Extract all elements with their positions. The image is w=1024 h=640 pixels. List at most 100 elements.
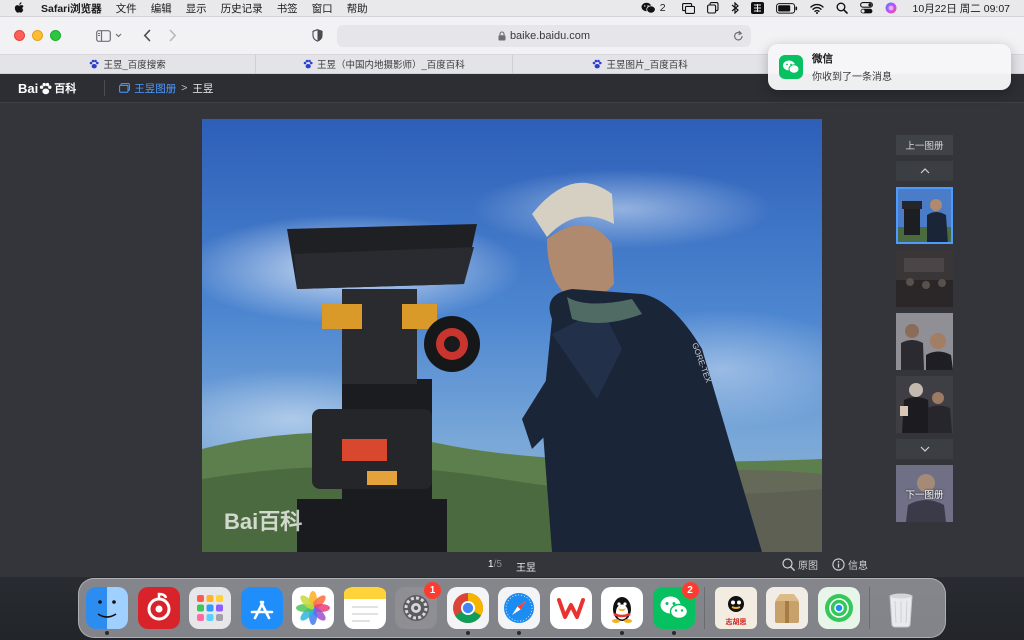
forward-button[interactable] <box>161 25 185 47</box>
minimize-window-button[interactable] <box>32 30 43 41</box>
dock-separator <box>869 587 870 629</box>
qq-penguin-icon <box>601 587 643 629</box>
menu-bookmarks[interactable]: 书签 <box>270 1 305 16</box>
apple-menu-icon[interactable] <box>12 2 26 14</box>
dock-launchpad[interactable] <box>189 587 231 629</box>
dock-system-settings[interactable]: 1 <box>395 582 441 629</box>
photo-info-label: 信息 <box>848 561 868 572</box>
dock-wps[interactable] <box>549 587 592 629</box>
tab-baike-profile[interactable]: 王昱（中国内地摄影师）_百度百科 <box>256 55 513 73</box>
close-window-button[interactable] <box>14 30 25 41</box>
find-my-icon <box>817 587 860 629</box>
wechat-menubar-icon <box>641 2 656 14</box>
tab-title: 王昱（中国内地摄影师）_百度百科 <box>316 60 465 71</box>
address-bar[interactable]: baike.baidu.com <box>337 24 751 47</box>
safari-compass-icon <box>498 587 540 629</box>
chevron-right-icon <box>169 29 177 42</box>
shield-icon <box>311 29 323 42</box>
header-divider <box>104 80 106 96</box>
netease-music-icon <box>137 587 180 629</box>
next-album-button[interactable]: 下一图册 <box>896 465 953 522</box>
input-method-icon[interactable] <box>745 0 770 17</box>
window-controls <box>14 30 61 41</box>
magnifier-icon <box>782 558 795 571</box>
chrome-icon <box>446 587 489 629</box>
dock-photos[interactable] <box>292 587 334 629</box>
tab-baike-images[interactable]: 王昱图片_百度百科 <box>513 55 769 73</box>
chevron-left-icon <box>143 29 151 42</box>
wps-icon <box>549 587 592 629</box>
finder-icon <box>86 587 128 629</box>
wechat-notification[interactable]: 微信 你收到了一条消息 <box>768 44 1011 90</box>
running-indicator <box>517 631 521 635</box>
menu-file[interactable]: 文件 <box>109 1 144 16</box>
notification-message: 你收到了一条消息 <box>812 72 892 83</box>
dock-chrome[interactable] <box>446 587 489 635</box>
dock-trash[interactable] <box>880 587 922 629</box>
photo-info-button[interactable]: 信息 <box>832 557 868 572</box>
baidu-baike-logo[interactable]: Bai 百科 <box>18 80 76 96</box>
thumbs-scroll-up-button[interactable] <box>896 161 953 181</box>
copy-icon[interactable] <box>701 0 725 17</box>
menu-window[interactable]: 窗口 <box>305 1 340 16</box>
thumbnail-4[interactable] <box>896 376 953 433</box>
screen-mirroring-icon[interactable] <box>676 0 701 17</box>
wechat-status-item[interactable]: 2 <box>635 0 676 17</box>
control-center-icon[interactable] <box>854 0 879 17</box>
privacy-report-button[interactable] <box>307 25 327 47</box>
baike-gallery-page: Bai 百科 王昱图册 > 王昱 GORE-TEX Bai百科 1/5 王昱 原… <box>0 74 1024 577</box>
dock-app-store[interactable] <box>240 587 283 629</box>
notes-icon <box>343 587 386 629</box>
view-original-label: 原图 <box>798 561 818 572</box>
dock-safari[interactable] <box>498 587 540 635</box>
tab-baidu-search[interactable]: 王昱_百度搜索 <box>0 55 257 73</box>
dock-netease-music[interactable] <box>137 587 180 629</box>
view-original-button[interactable]: 原图 <box>782 557 818 572</box>
photo-watermark: Bai百科 <box>224 509 302 534</box>
menu-history[interactable]: 历史记录 <box>214 1 270 16</box>
dock-notes[interactable] <box>343 587 386 629</box>
wifi-icon[interactable] <box>804 0 830 17</box>
wechat-app-icon <box>779 55 803 79</box>
breadcrumb: 王昱图册 > 王昱 <box>119 81 213 96</box>
clock[interactable]: 10月22日 周二 09:07 <box>903 0 1024 17</box>
dock-find-my[interactable] <box>817 587 860 629</box>
thumbnail-1[interactable] <box>896 187 953 244</box>
sidebar-toggle-button[interactable] <box>91 25 127 47</box>
menubar-datetime: 10月22日 周二 09:07 <box>912 2 1010 15</box>
menu-view[interactable]: 显示 <box>179 1 214 16</box>
menu-help[interactable]: 帮助 <box>340 1 375 16</box>
dock-qq[interactable] <box>601 587 643 635</box>
siri-icon[interactable] <box>879 0 903 17</box>
album-icon <box>119 83 131 93</box>
maximize-window-button[interactable] <box>50 30 61 41</box>
dock-wechat[interactable]: 2 <box>652 582 699 635</box>
logo-bai: Bai <box>18 80 39 96</box>
breadcrumb-album-link[interactable]: 王昱图册 <box>119 81 176 96</box>
thumbnail-2[interactable] <box>896 250 953 307</box>
battery-icon[interactable] <box>770 0 804 17</box>
menu-app-name[interactable]: Safari浏览器 <box>34 1 109 16</box>
dock-separator <box>704 587 705 629</box>
previous-album-button[interactable]: 上一图册 <box>896 135 953 155</box>
breadcrumb-separator: > <box>181 82 188 94</box>
dock-archive-utility[interactable] <box>766 587 808 629</box>
running-indicator <box>465 631 470 635</box>
settings-badge: 1 <box>424 582 441 599</box>
bluetooth-icon[interactable] <box>725 0 745 17</box>
back-button[interactable] <box>135 25 159 47</box>
next-album-label: 下一图册 <box>905 490 944 501</box>
dock-finder[interactable] <box>86 587 128 635</box>
spotlight-search-icon[interactable] <box>830 0 854 17</box>
menu-edit[interactable]: 编辑 <box>144 1 179 16</box>
running-indicator <box>105 631 109 635</box>
baidu-paw-icon <box>90 59 100 69</box>
baidu-paw-icon <box>303 59 313 69</box>
main-photo[interactable]: GORE-TEX Bai百科 <box>202 119 822 552</box>
reload-icon[interactable] <box>733 30 744 42</box>
thumbs-scroll-down-button[interactable] <box>896 439 953 459</box>
info-icon <box>832 558 845 571</box>
thumbnail-3[interactable] <box>896 313 953 370</box>
running-indicator <box>620 631 624 635</box>
dock-book-app[interactable]: 志胡思 <box>714 587 757 629</box>
